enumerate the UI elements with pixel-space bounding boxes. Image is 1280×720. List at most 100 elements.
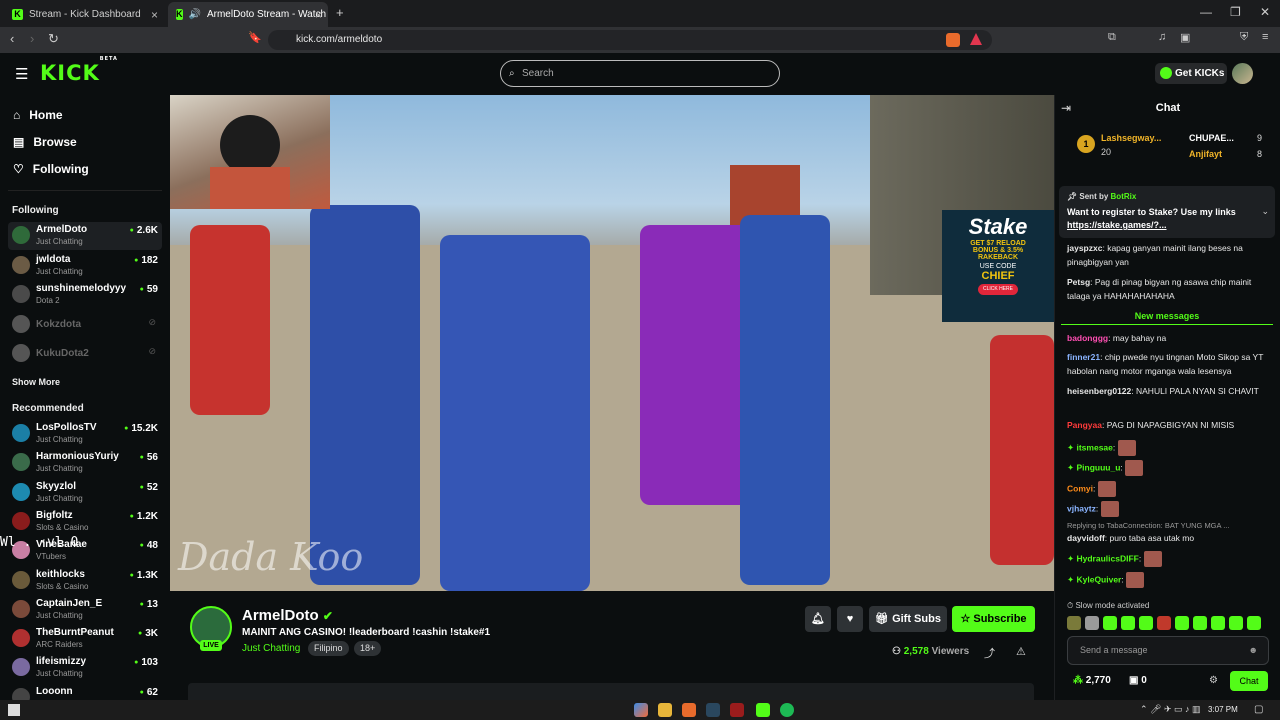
channel-points[interactable]: ⁂ 2,770 xyxy=(1073,675,1111,686)
ad-click-here-button[interactable]: CLICK HERE xyxy=(978,284,1018,295)
leaderboard-user[interactable]: Lashsegway... xyxy=(1101,133,1161,143)
nav-home[interactable]: ⌂ Home xyxy=(13,105,63,125)
chat-username[interactable]: Pinguuu_u xyxy=(1076,462,1120,472)
channel-row[interactable]: CaptainJen_EJust Chatting 13 xyxy=(8,596,162,624)
channel-row[interactable]: jwldotaJust Chatting 182 xyxy=(8,252,162,280)
brave-shield-icon[interactable] xyxy=(946,33,960,47)
app-icon[interactable] xyxy=(730,703,744,717)
follow-heart-button[interactable]: ♥ xyxy=(837,606,863,632)
reload-icon[interactable]: ↻ xyxy=(48,31,59,47)
user-avatar[interactable] xyxy=(1232,63,1253,84)
report-icon[interactable]: ⚠ xyxy=(1016,645,1026,658)
spotify-icon[interactable] xyxy=(780,703,794,717)
menu-icon[interactable]: ≡ xyxy=(1262,31,1268,43)
vpn-icon[interactable]: ⛨ xyxy=(1240,31,1248,44)
brave-taskbar-icon[interactable] xyxy=(682,703,696,717)
subscribe-button[interactable]: ☆ Subscribe xyxy=(952,606,1035,632)
chat-username[interactable]: Comyi xyxy=(1067,483,1093,493)
chat-username[interactable]: vjhaytz xyxy=(1067,503,1096,513)
back-icon[interactable]: ‹ xyxy=(10,31,14,46)
notification-bell-button[interactable]: 🔔︎ xyxy=(805,606,831,632)
gift-subs-button[interactable]: 🎁︎ Gift Subs xyxy=(869,606,947,632)
media-icon[interactable]: ♫ xyxy=(1158,31,1166,43)
emote-icon[interactable] xyxy=(1085,616,1099,630)
tag-filipino[interactable]: Filipino xyxy=(308,641,349,656)
chat-username[interactable]: finner21 xyxy=(1067,352,1100,362)
close-tab-icon[interactable]: × xyxy=(315,8,322,22)
emote-icon[interactable] xyxy=(1067,616,1081,630)
stream-category[interactable]: Just Chatting xyxy=(242,643,300,654)
close-tab-icon[interactable]: × xyxy=(151,8,158,22)
stake-ad-overlay[interactable]: Stake GET $7 RELOAD BONUS & 3.5% RAKEBAC… xyxy=(942,210,1054,322)
nav-browse[interactable]: ▤ Browse xyxy=(13,132,77,152)
channel-row[interactable]: LosPollosTV Just Chatting 15.2K xyxy=(8,420,162,448)
kick-logo[interactable]: KICKBETA xyxy=(40,56,118,85)
brave-rewards-icon[interactable] xyxy=(970,33,982,45)
notifications-icon[interactable]: ▢ xyxy=(1254,704,1263,715)
sidebar-toggle-icon[interactable]: ▣ xyxy=(1180,31,1190,44)
steam-icon[interactable] xyxy=(706,703,720,717)
copilot-icon[interactable] xyxy=(634,703,648,717)
chat-message-input[interactable]: Send a message ☻ xyxy=(1067,636,1269,665)
file-explorer-icon[interactable] xyxy=(658,703,672,717)
chat-username[interactable]: HydraulicsDIFF xyxy=(1076,553,1138,563)
hamburger-menu-icon[interactable]: ☰ xyxy=(15,65,28,83)
tab-kick-dashboard[interactable]: K Stream - Kick Dashboard × xyxy=(4,2,164,27)
emote-icon[interactable] xyxy=(1139,616,1153,630)
emote-icon[interactable] xyxy=(1211,616,1225,630)
chat-username[interactable]: heisenberg0122 xyxy=(1067,386,1131,396)
kicks-balance[interactable]: ▣ 0 xyxy=(1129,675,1147,686)
video-player[interactable]: Stake GET $7 RELOAD BONUS & 3.5% RAKEBAC… xyxy=(170,95,1054,591)
channel-row[interactable]: sunshinemelodyyy Dota 2 59 xyxy=(8,281,162,309)
expand-pinned-icon[interactable]: ⌄ xyxy=(1261,206,1269,217)
bookmark-icon[interactable]: 🔖 xyxy=(248,31,262,44)
channel-row[interactable]: SkyyzlolJust Chatting 52 xyxy=(8,479,162,507)
emote-icon[interactable] xyxy=(1175,616,1189,630)
chat-username[interactable]: KyleQuiver xyxy=(1076,574,1121,584)
tag-18-plus[interactable]: 18+ xyxy=(354,641,382,656)
windows-start-icon[interactable] xyxy=(8,704,20,716)
new-tab-button[interactable]: + xyxy=(336,5,344,20)
emote-icon[interactable] xyxy=(1157,616,1171,630)
maximize-icon[interactable]: ❐ xyxy=(1230,5,1241,19)
tab-armeldoto-stream[interactable]: K 🔊 ArmelDoto Stream - Watch Li × xyxy=(168,2,328,27)
search-input[interactable]: ⌕ Search xyxy=(500,60,780,87)
share-icon[interactable]: ⤴ xyxy=(984,645,995,661)
channel-row[interactable]: HarmoniousYuriyJust Chatting 56 xyxy=(8,449,162,477)
kick-app-icon[interactable] xyxy=(756,703,770,717)
emote-icon[interactable] xyxy=(1229,616,1243,630)
emote-icon[interactable] xyxy=(1247,616,1261,630)
system-tray-icons[interactable]: ⌃ 🎤︎ ✈ ▭ ♪ ▥ xyxy=(1140,704,1201,715)
emoji-icon[interactable]: ☻ xyxy=(1249,637,1258,664)
channel-row[interactable]: lifeismizzyJust Chatting 103 xyxy=(8,654,162,682)
send-chat-button[interactable]: Chat xyxy=(1230,671,1268,691)
channel-row[interactable]: KukuDota2 ⊘ xyxy=(8,340,162,368)
emote-icon[interactable] xyxy=(1193,616,1207,630)
chat-username[interactable]: Petsg xyxy=(1067,277,1090,287)
pinned-link[interactable]: https://stake.games/?... xyxy=(1067,220,1167,230)
emote-icon[interactable] xyxy=(1121,616,1135,630)
channel-row[interactable]: keithlocksSlots & Casino 1.3K xyxy=(8,567,162,595)
chat-username[interactable]: jayspzxc xyxy=(1067,243,1102,253)
emote-icon[interactable] xyxy=(1103,616,1117,630)
extensions-icon[interactable]: ⧉ xyxy=(1108,31,1116,44)
nav-following[interactable]: ♡ Following xyxy=(13,159,89,179)
leaderboard-user[interactable]: Anjifayt xyxy=(1189,149,1222,159)
channel-row[interactable]: TheBurntPeanutARC Raiders 3K xyxy=(8,625,162,653)
forward-icon[interactable]: › xyxy=(30,31,34,46)
chat-settings-icon[interactable]: ⚙ xyxy=(1209,675,1218,686)
chat-username[interactable]: itsmesae xyxy=(1076,442,1112,452)
reply-context[interactable]: Replying to TabaConnection: BAT YUNG MGA… xyxy=(1067,520,1273,531)
channel-row[interactable]: Kokzdota ⊘ xyxy=(8,311,162,339)
chat-username[interactable]: Pangyaa xyxy=(1067,420,1102,430)
chat-username[interactable]: dayvidoff xyxy=(1067,533,1105,543)
minimize-icon[interactable]: — xyxy=(1200,5,1212,19)
channel-row[interactable]: ArmelDoto Just Chatting 2.6K xyxy=(8,222,162,250)
chat-username[interactable]: badonggg xyxy=(1067,333,1108,343)
show-more-link[interactable]: Show More xyxy=(12,377,60,387)
address-bar[interactable]: kick.com/armeldoto xyxy=(268,30,992,50)
streamer-name[interactable]: ArmelDoto ✔ xyxy=(242,607,333,624)
close-window-icon[interactable]: ✕ xyxy=(1260,5,1270,19)
get-kicks-button[interactable]: Get KICKs xyxy=(1155,63,1227,84)
channel-row[interactable]: BigfoltzSlots & Casino 1.2K xyxy=(8,508,162,536)
